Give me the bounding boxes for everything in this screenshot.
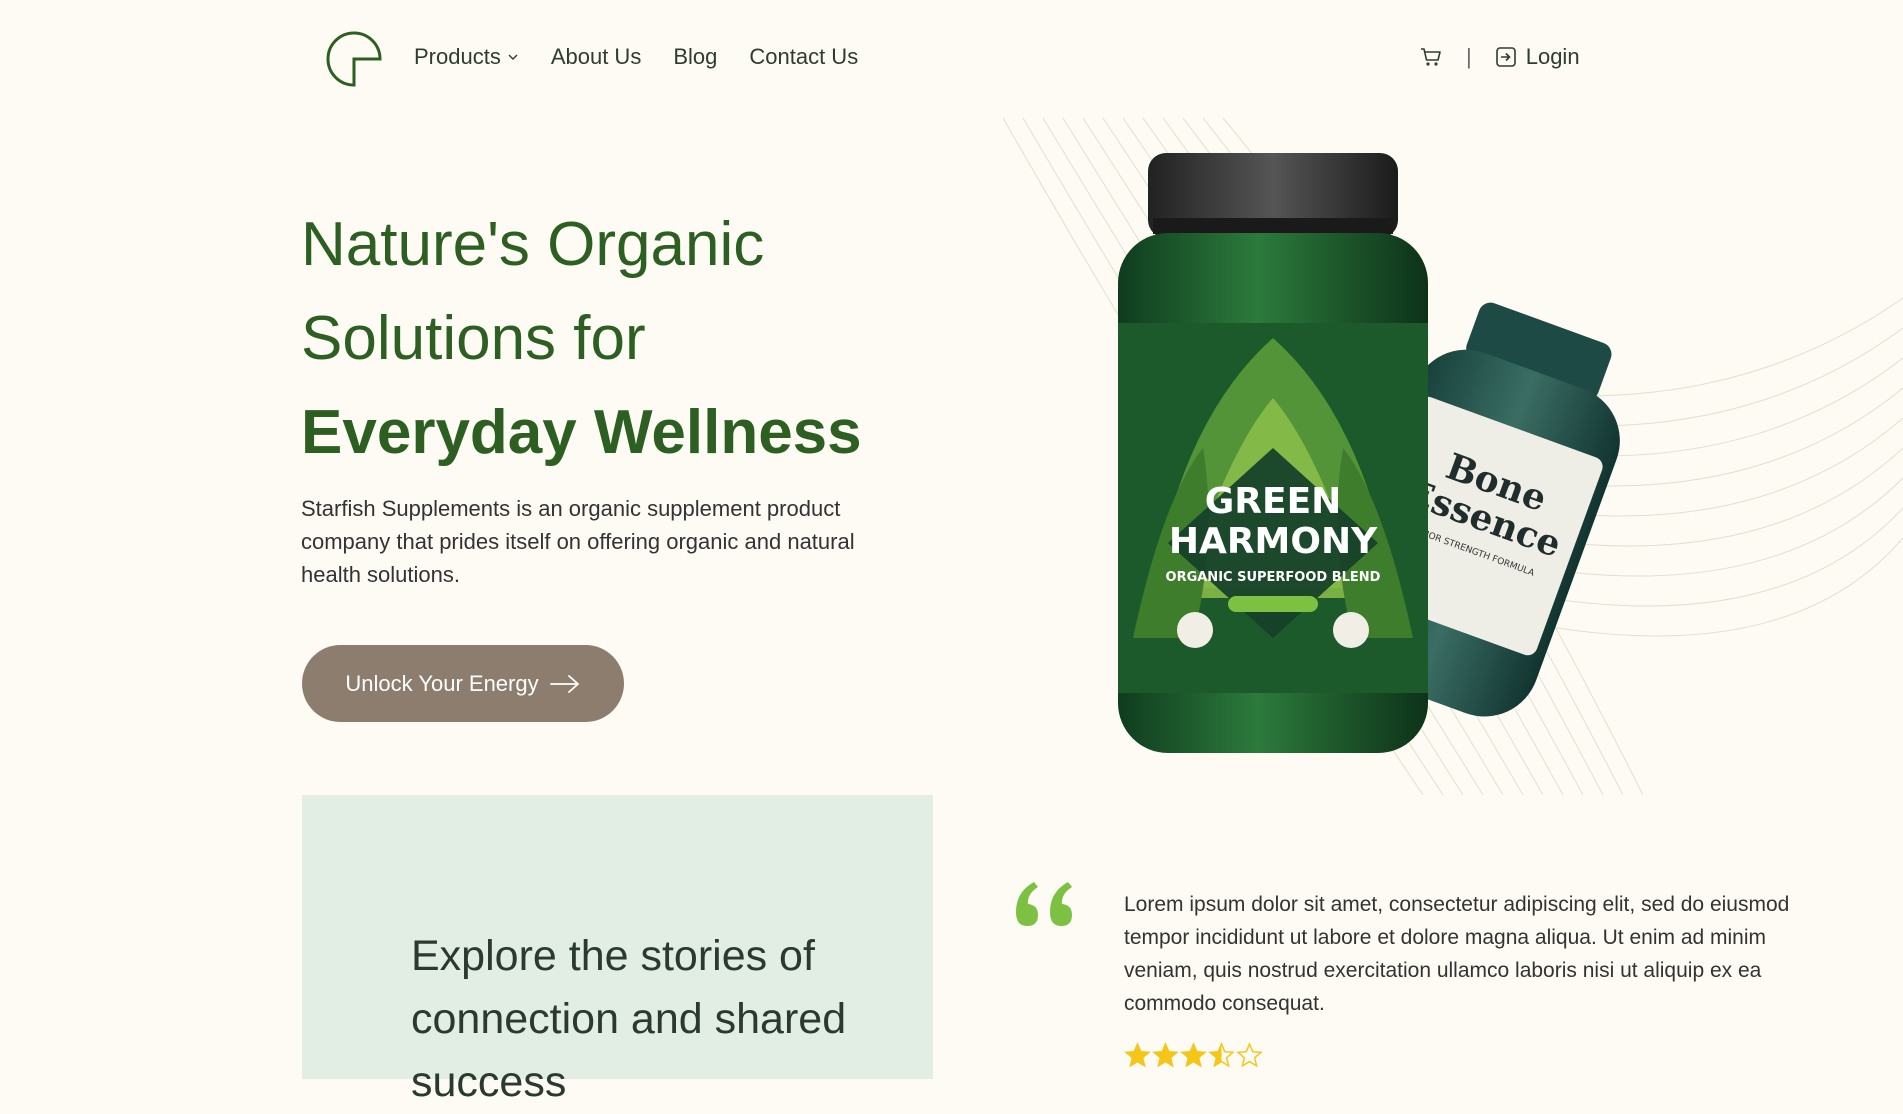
- cta-label: Unlock Your Energy: [345, 670, 539, 696]
- hero-product-image: Bone Essence SENIOR STRENGTH FORMULA GRE…: [1003, 118, 1903, 795]
- login-button[interactable]: Login: [1494, 44, 1580, 70]
- star-icon: [1124, 1042, 1151, 1068]
- nav-contact-label: Contact Us: [749, 44, 859, 69]
- nav-blog[interactable]: Blog: [673, 44, 717, 70]
- header-separator: |: [1466, 44, 1472, 69]
- star-icon: [1208, 1042, 1235, 1068]
- nav-blog-label: Blog: [673, 44, 718, 69]
- star-icon: [1236, 1042, 1263, 1068]
- login-icon: [1495, 47, 1516, 67]
- hero-title-line-1: Nature's Organic: [301, 210, 765, 279]
- rating-stars: [1124, 1042, 1263, 1069]
- site-header: Products About Us Blog Contact Us | Logi…: [0, 0, 1903, 120]
- hero-title-line-2: Solutions for: [301, 304, 646, 373]
- green-harmony-name-1: GREEN: [1205, 481, 1342, 522]
- stories-heading: Explore the stories of connection and sh…: [411, 932, 847, 1106]
- green-harmony-subtitle: ORGANIC SUPERFOOD BLEND: [1166, 570, 1381, 585]
- star-icon: [1180, 1042, 1207, 1068]
- stories-panel: Explore the stories of connection and sh…: [302, 795, 933, 1106]
- star-icon: [1152, 1042, 1179, 1068]
- nav-about-label: About Us: [550, 44, 642, 69]
- testimonial-text: Lorem ipsum dolor sit amet, consectetur …: [1124, 893, 1790, 1015]
- chevron-down-icon: [508, 54, 518, 60]
- nav-about-us[interactable]: About Us: [551, 44, 642, 70]
- main-nav: Products About Us Blog Contact Us: [414, 44, 858, 70]
- login-label: Login: [1525, 44, 1580, 69]
- nav-contact-us[interactable]: Contact Us: [749, 44, 858, 70]
- arrow-right-icon: [549, 674, 579, 693]
- nav-products-label: Products: [414, 44, 501, 69]
- green-harmony-name-2: HARMONY: [1169, 521, 1378, 562]
- logo-icon[interactable]: [325, 30, 383, 88]
- hero-description: Starfish Supplements is an organic suppl…: [301, 496, 855, 587]
- hero-title: Nature's Organic Solutions for Everyday …: [301, 198, 921, 480]
- cart-icon[interactable]: [1418, 44, 1444, 70]
- hero-title-line-3: Everyday Wellness: [301, 398, 862, 467]
- green-harmony-jar: GREEN HARMONY ORGANIC SUPERFOOD BLEND: [1118, 153, 1428, 753]
- quote-icon: [1016, 882, 1072, 926]
- nav-products[interactable]: Products: [414, 44, 519, 70]
- header-actions: | Login: [1418, 44, 1580, 70]
- unlock-energy-button[interactable]: Unlock Your Energy: [302, 645, 624, 722]
